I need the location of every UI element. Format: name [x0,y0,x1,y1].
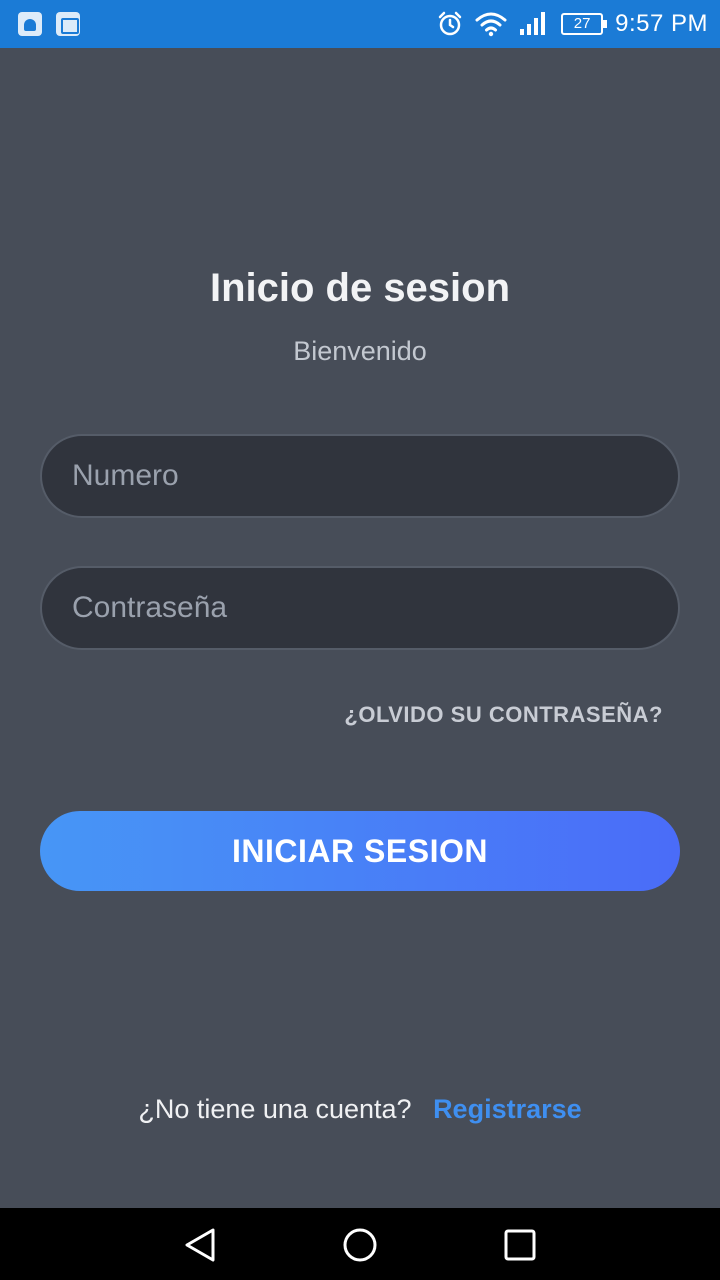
page-subtitle: Bienvenido [293,336,427,366]
notification-icon [18,12,42,36]
back-icon[interactable] [181,1226,219,1264]
wifi-icon [475,12,507,37]
forgot-password-link[interactable]: ¿OLVIDO SU CONTRASEÑA? [344,702,663,728]
signup-prompt: ¿No tiene una cuenta? [138,1094,412,1124]
page-title: Inicio de sesion [209,266,511,310]
battery-icon: 27 [561,13,608,35]
recents-icon[interactable] [501,1226,539,1264]
signup-row: ¿No tiene una cuenta? Registrarse [0,1094,720,1125]
home-icon[interactable] [341,1226,379,1264]
battery-level: 27 [573,15,591,32]
password-input[interactable] [40,566,680,650]
alarm-icon [438,11,462,36]
status-right-icons: 27 9:57 PM [437,6,708,42]
gallery-icon [56,12,80,36]
status-left-icons [18,12,80,36]
navigation-bar [0,1208,720,1280]
login-button[interactable]: INICIAR SESION [40,811,680,891]
number-input[interactable] [40,434,680,518]
login-screen: 27 9:57 PM Inicio de sesion Bienvenido ¿… [0,0,720,1280]
register-link[interactable]: Registrarse [433,1094,582,1124]
status-bar: 27 9:57 PM [0,0,720,48]
status-time: 9:57 PM [615,10,708,37]
signal-icon [520,12,546,35]
